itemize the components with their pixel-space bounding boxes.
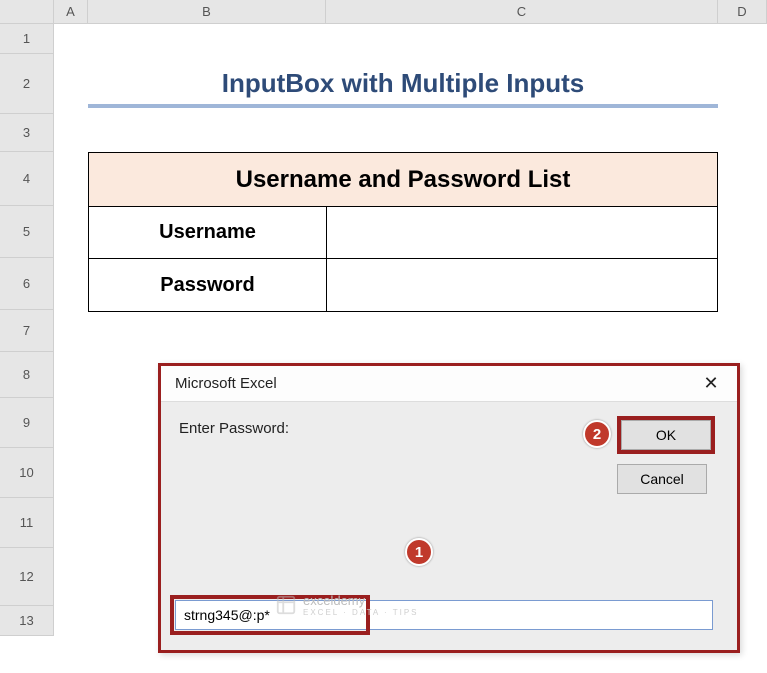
column-headers: A B C D: [0, 0, 767, 24]
table-row: Username: [89, 207, 717, 259]
ok-button[interactable]: OK: [621, 420, 711, 450]
row-header-12[interactable]: 12: [0, 548, 54, 606]
table-row: Password: [89, 259, 717, 311]
row-headers: 1 2 3 4 5 6 7 8 9 10 11 12 13: [0, 24, 54, 636]
col-header-A[interactable]: A: [54, 0, 88, 23]
dialog-titlebar[interactable]: Microsoft Excel ✕: [161, 366, 737, 402]
row-header-9[interactable]: 9: [0, 398, 54, 448]
row-header-8[interactable]: 8: [0, 352, 54, 398]
close-icon[interactable]: ✕: [691, 369, 731, 399]
corner-cell: [0, 0, 54, 23]
username-value[interactable]: [327, 207, 717, 258]
row-header-7[interactable]: 7: [0, 310, 54, 352]
password-label: Password: [89, 259, 327, 311]
row-header-5[interactable]: 5: [0, 206, 54, 258]
sheet-area: InputBox with Multiple Inputs Username a…: [54, 24, 767, 673]
logo-icon: [275, 594, 297, 616]
credentials-table: Username and Password List Username Pass…: [88, 152, 718, 312]
row-header-1[interactable]: 1: [0, 24, 54, 54]
row-header-4[interactable]: 4: [0, 152, 54, 206]
row-header-6[interactable]: 6: [0, 258, 54, 310]
callout-1: 1: [405, 538, 433, 566]
watermark-sub: EXCEL · DATA · TIPS: [303, 608, 419, 617]
row-header-2[interactable]: 2: [0, 54, 54, 114]
cancel-button[interactable]: Cancel: [617, 464, 707, 494]
row-header-13[interactable]: 13: [0, 606, 54, 636]
watermark: exceldemy EXCEL · DATA · TIPS: [275, 593, 419, 617]
input-wrap: [175, 600, 713, 630]
dialog-buttons: OK Cancel: [617, 416, 715, 494]
password-value[interactable]: [327, 259, 717, 311]
inputbox-dialog: Microsoft Excel ✕ Enter Password: OK Can…: [158, 363, 740, 653]
col-header-B[interactable]: B: [88, 0, 326, 23]
row-header-10[interactable]: 10: [0, 448, 54, 498]
username-label: Username: [89, 207, 327, 258]
col-header-C[interactable]: C: [326, 0, 718, 23]
ok-highlight: OK: [617, 416, 715, 454]
watermark-name: exceldemy: [303, 593, 365, 608]
table-header: Username and Password List: [89, 153, 717, 207]
row-header-11[interactable]: 11: [0, 498, 54, 548]
page-title: InputBox with Multiple Inputs: [88, 62, 718, 108]
row-header-3[interactable]: 3: [0, 114, 54, 152]
callout-2: 2: [583, 420, 611, 448]
dialog-body: Enter Password: OK Cancel 1 2: [161, 402, 737, 650]
dialog-title: Microsoft Excel: [175, 375, 277, 392]
password-input[interactable]: [175, 600, 713, 630]
col-header-D[interactable]: D: [718, 0, 767, 23]
